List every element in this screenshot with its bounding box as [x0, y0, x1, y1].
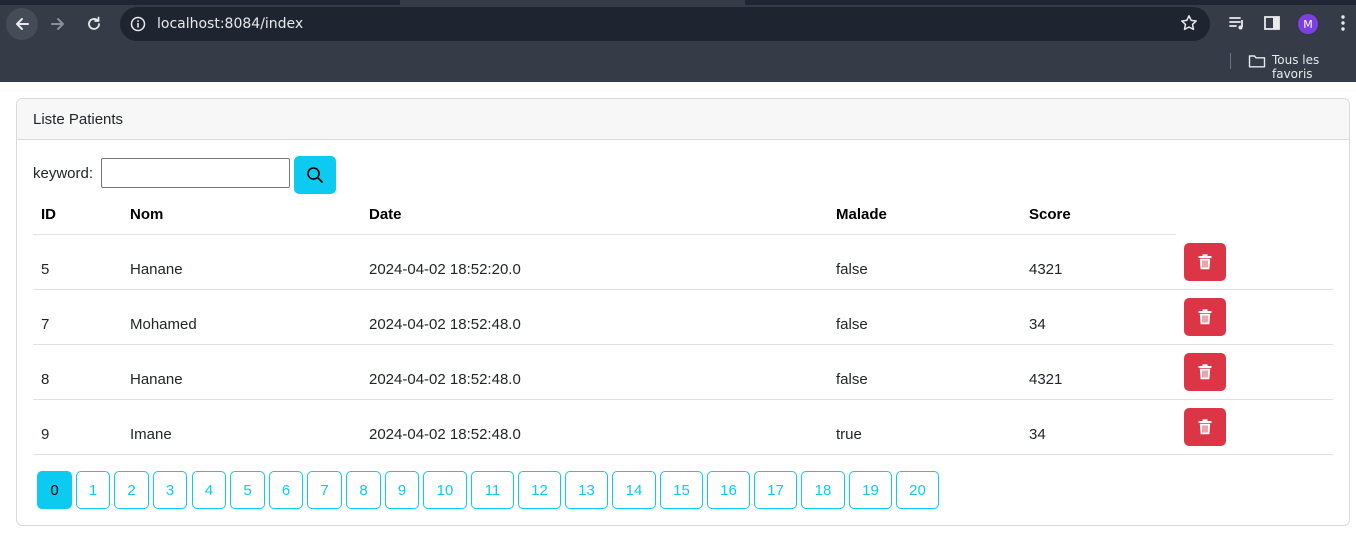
active-tab-edge [400, 0, 745, 5]
cell-score: 34 [1029, 316, 1046, 333]
browser-chrome: localhost:8084/index M Tous les favoris [0, 0, 1356, 82]
reload-button[interactable] [78, 8, 110, 40]
delete-button[interactable] [1184, 408, 1226, 446]
page-button[interactable]: 2 [114, 471, 149, 509]
cell-date: 2024-04-02 18:52:48.0 [369, 426, 521, 443]
header-date: Date [369, 206, 402, 223]
bookmark-star-icon[interactable] [1180, 14, 1198, 37]
page-button[interactable]: 17 [754, 471, 797, 509]
table-row: 5 Hanane 2024-04-02 18:52:20.0 false 432… [33, 235, 1333, 290]
side-panel-icon[interactable] [1263, 14, 1281, 37]
page-button[interactable]: 18 [801, 471, 845, 509]
search-icon [307, 167, 323, 183]
keyword-label: keyword: [33, 165, 94, 182]
keyword-input[interactable] [101, 158, 290, 188]
cell-nom: Mohamed [130, 316, 197, 333]
trash-icon [1198, 309, 1212, 325]
cell-date: 2024-04-02 18:52:20.0 [369, 261, 521, 278]
cell-id: 8 [41, 371, 50, 388]
cell-malade: false [836, 371, 868, 388]
delete-button[interactable] [1184, 243, 1226, 281]
table-row: 7 Mohamed 2024-04-02 18:52:48.0 false 34 [33, 290, 1333, 345]
trash-icon [1198, 364, 1212, 380]
trash-icon [1198, 419, 1212, 435]
bookmarks-bar: Tous les favoris [0, 48, 1356, 82]
tab-strip [0, 0, 1356, 5]
cell-score: 34 [1029, 426, 1046, 443]
cell-nom: Imane [130, 426, 172, 443]
cell-id: 7 [41, 316, 50, 333]
all-bookmarks-link[interactable]: Tous les favoris [1272, 53, 1356, 81]
header-id: ID [41, 206, 56, 223]
page-button[interactable]: 15 [660, 471, 703, 509]
bookmarks-separator [1230, 53, 1231, 69]
cell-id: 5 [41, 261, 50, 278]
page-button[interactable]: 7 [307, 471, 342, 509]
page-button[interactable]: 11 [471, 471, 514, 509]
url-text[interactable]: localhost:8084/index [157, 16, 303, 32]
cell-nom: Hanane [130, 261, 183, 278]
cell-score: 4321 [1029, 371, 1063, 388]
cell-malade: false [836, 316, 868, 333]
address-bar[interactable]: localhost:8084/index [120, 7, 1210, 41]
table-row: 8 Hanane 2024-04-02 18:52:48.0 false 432… [33, 345, 1333, 400]
browser-toolbar: localhost:8084/index M [0, 0, 1356, 48]
folder-icon[interactable] [1248, 53, 1266, 74]
page-button[interactable]: 19 [849, 471, 892, 509]
cell-id: 9 [41, 426, 50, 443]
page-button[interactable]: 1 [76, 471, 110, 509]
page-button[interactable]: 10 [423, 471, 467, 509]
delete-button[interactable] [1184, 298, 1226, 336]
page-button[interactable]: 13 [565, 471, 608, 509]
site-info-icon[interactable] [130, 16, 146, 37]
reading-list-icon[interactable] [1228, 14, 1246, 37]
cell-score: 4321 [1029, 261, 1063, 278]
reload-icon [88, 16, 100, 30]
cell-nom: Hanane [130, 371, 183, 388]
page-button[interactable]: 8 [346, 471, 381, 509]
cell-malade: true [836, 426, 862, 443]
header-nom: Nom [130, 206, 164, 223]
delete-button[interactable] [1184, 353, 1226, 391]
page-button[interactable]: 9 [385, 471, 419, 509]
arrow-left-icon [16, 18, 29, 30]
cell-malade: false [836, 261, 868, 278]
page-button[interactable]: 12 [518, 471, 561, 509]
page-button[interactable]: 4 [192, 471, 226, 509]
page-button[interactable]: 14 [612, 471, 656, 509]
back-button[interactable] [6, 8, 38, 40]
page-button[interactable]: 20 [896, 471, 939, 509]
menu-kebab-icon[interactable] [1336, 14, 1350, 37]
page-button[interactable]: 16 [707, 471, 750, 509]
page-button-active[interactable]: 0 [37, 471, 72, 509]
page-button[interactable]: 5 [230, 471, 265, 509]
cell-date: 2024-04-02 18:52:48.0 [369, 316, 521, 333]
card-header: Liste Patients [17, 99, 1349, 140]
card-title: Liste Patients [33, 111, 124, 128]
page-button[interactable]: 6 [269, 471, 303, 509]
profile-avatar[interactable]: M [1298, 14, 1318, 34]
search-button[interactable] [294, 156, 336, 194]
header-malade: Malade [836, 206, 887, 223]
header-score: Score [1029, 206, 1071, 223]
arrow-right-icon [51, 18, 64, 30]
forward-button[interactable] [42, 8, 74, 40]
cell-date: 2024-04-02 18:52:48.0 [369, 371, 521, 388]
table-row: 9 Imane 2024-04-02 18:52:48.0 true 34 [33, 400, 1333, 455]
trash-icon [1198, 254, 1212, 270]
page-button[interactable]: 3 [153, 471, 187, 509]
